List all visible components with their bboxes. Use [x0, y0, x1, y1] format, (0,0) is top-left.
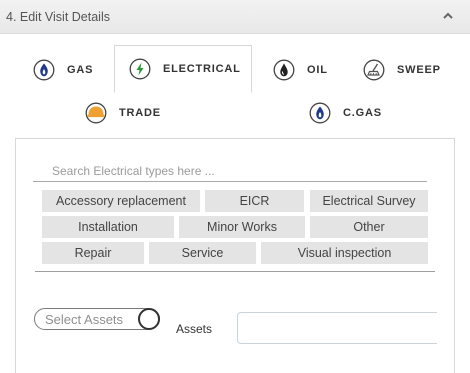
- type-option-label: Accessory replacement: [56, 194, 186, 208]
- type-option-service[interactable]: Service: [149, 242, 256, 264]
- type-option-visual-inspection[interactable]: Visual inspection: [261, 242, 428, 264]
- lightning-bolt-icon: [129, 58, 151, 80]
- type-option-label: Repair: [74, 246, 112, 260]
- type-option-label: Installation: [78, 220, 138, 234]
- type-option-label: Service: [181, 246, 224, 260]
- oil-drop-icon: [273, 59, 295, 81]
- type-option-label: EICR: [239, 194, 270, 208]
- type-option-label: Minor Works: [207, 220, 277, 234]
- type-option-other[interactable]: Other: [310, 216, 428, 238]
- tab-gas-label: GAS: [67, 64, 94, 76]
- tab-sweep-label: SWEEP: [397, 64, 441, 76]
- tab-c-gas[interactable]: C.GAS: [309, 89, 382, 137]
- type-option-label: Other: [353, 220, 385, 234]
- type-option-label: Visual inspection: [297, 246, 392, 260]
- select-assets-toggle-label: Select Assets: [45, 312, 124, 327]
- tab-gas[interactable]: GAS: [33, 46, 93, 94]
- tab-electrical-label: ELECTRICAL: [163, 63, 241, 75]
- trade-helmet-icon: [85, 102, 107, 124]
- type-option-electrical-survey[interactable]: Electrical Survey: [310, 190, 428, 212]
- electrical-types-search-input[interactable]: [33, 160, 427, 182]
- tab-c-gas-label: C.GAS: [343, 107, 382, 119]
- panel-title: 4. Edit Visit Details: [6, 10, 110, 24]
- assets-label: Assets: [176, 322, 213, 336]
- type-option-eicr[interactable]: EICR: [205, 190, 304, 212]
- tab-oil-label: OIL: [307, 64, 328, 76]
- tab-trade-label: TRADE: [119, 107, 161, 119]
- gas-flame-icon: [33, 59, 55, 81]
- panel-header[interactable]: 4. Edit Visit Details: [0, 0, 470, 34]
- divider: [35, 271, 435, 272]
- type-option-minor-works[interactable]: Minor Works: [179, 216, 305, 238]
- type-option-repair[interactable]: Repair: [42, 242, 144, 264]
- tab-trade[interactable]: TRADE: [85, 89, 161, 137]
- commercial-gas-flame-icon: [309, 102, 331, 124]
- type-option-accessory-replacement[interactable]: Accessory replacement: [42, 190, 200, 212]
- chevron-up-icon[interactable]: [441, 9, 455, 23]
- type-option-label: Electrical Survey: [322, 194, 416, 208]
- assets-input[interactable]: [237, 312, 437, 344]
- sweep-icon: [363, 59, 385, 81]
- type-option-installation[interactable]: Installation: [42, 216, 174, 238]
- tab-electrical[interactable]: ELECTRICAL: [114, 45, 252, 93]
- toggle-knob: [138, 308, 160, 330]
- tab-oil[interactable]: OIL: [273, 46, 328, 94]
- select-assets-toggle[interactable]: Select Assets: [34, 308, 160, 330]
- tab-sweep[interactable]: SWEEP: [363, 46, 441, 94]
